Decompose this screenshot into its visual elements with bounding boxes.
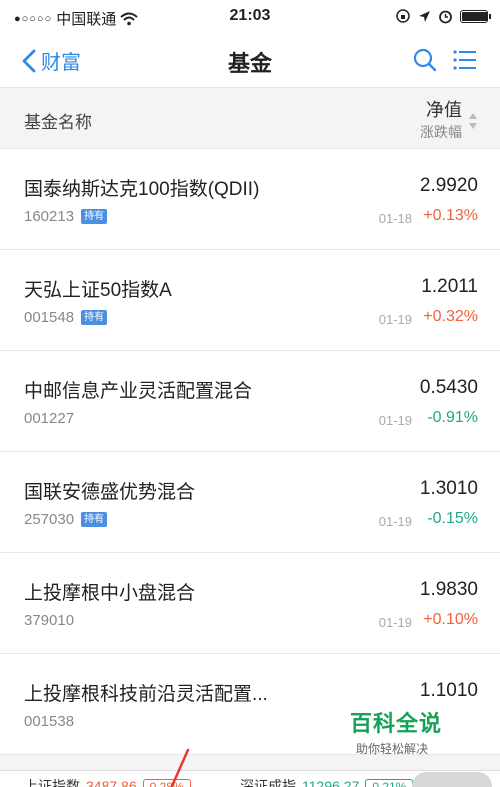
- fund-date: 01-19: [378, 615, 412, 630]
- pen-cursor-icon: [170, 748, 190, 787]
- fund-code: 379010: [24, 612, 75, 629]
- battery-icon: [460, 9, 491, 23]
- orientation-lock-icon: [396, 9, 410, 23]
- watermark-title: 百科全说: [350, 711, 443, 736]
- fund-change: +0.32%: [423, 308, 478, 325]
- fund-nav-value: 1.2011: [421, 276, 478, 297]
- fund-nav-value: 0.5430: [419, 377, 478, 398]
- sort-icon[interactable]: [468, 112, 478, 130]
- watermark-subtitle: 助你轻松解决: [356, 742, 429, 756]
- location-icon: [419, 10, 430, 22]
- fund-name: 中邮信息产业灵活配置混合: [24, 381, 253, 402]
- fund-row[interactable]: 中邮信息产业灵活配置混合 001227 0.5430 01-19 -0.91%: [0, 351, 500, 452]
- fund-change: +0.10%: [423, 611, 478, 628]
- fund-date: 01-19: [378, 312, 412, 327]
- fund-nav-value: 1.3010: [419, 478, 478, 499]
- fund-code: 001548 持有: [24, 309, 108, 326]
- index-change: 0.21%: [365, 779, 414, 787]
- table-header: 基金名称 净值 涨跌幅: [0, 88, 500, 149]
- navigation-bar: 财富 基金: [0, 34, 500, 88]
- fund-name: 国联安德盛优势混合: [24, 482, 196, 503]
- column-header-change[interactable]: 涨跌幅: [420, 122, 462, 142]
- fund-code: 257030 持有: [24, 511, 108, 528]
- index-item[interactable]: 上证指数 3487.86 0.28%: [24, 776, 191, 787]
- fund-row[interactable]: 国泰纳斯达克100指数(QDII) 160213 持有 2.9920 01-18 …: [0, 149, 500, 250]
- fund-nav-value: 1.9830: [419, 579, 478, 600]
- holding-badge: 持有: [81, 209, 108, 224]
- back-label: 财富: [41, 52, 81, 74]
- list-menu-icon[interactable]: [452, 47, 478, 73]
- fund-date: 01-19: [378, 514, 412, 529]
- fund-nav-value: 1.1010: [419, 680, 478, 701]
- fund-row[interactable]: 国联安德盛优势混合 257030 持有 1.3010 01-19 -0.15%: [0, 452, 500, 553]
- fund-row[interactable]: 上投摩根中小盘混合 379010 1.9830 01-19 +0.10%: [0, 553, 500, 654]
- fund-change: -0.91%: [427, 409, 478, 426]
- column-header-nav[interactable]: 净值: [426, 96, 462, 122]
- chevron-left-icon: [22, 49, 36, 72]
- fund-name: 上投摩根科技前沿灵活配置...: [24, 684, 268, 705]
- watermark-logo: 百科全说 助你轻松解决: [350, 706, 468, 762]
- back-button[interactable]: 财富: [20, 46, 81, 75]
- holding-badge: 持有: [81, 310, 108, 325]
- status-right: [395, 8, 491, 24]
- fund-name: 上投摩根中小盘混合: [24, 583, 196, 604]
- fund-list: 国泰纳斯达克100指数(QDII) 160213 持有 2.9920 01-18 …: [0, 149, 500, 755]
- fund-code: 001538: [24, 713, 75, 730]
- column-header-name: 基金名称: [24, 113, 92, 132]
- index-name: 上证指数: [24, 778, 80, 787]
- fund-change: -0.15%: [427, 510, 478, 527]
- alarm-icon: [439, 10, 452, 23]
- index-item[interactable]: 深证成指 11296.27 0.21%: [240, 776, 414, 787]
- fund-date: 01-19: [378, 413, 412, 428]
- holding-badge: 持有: [81, 512, 108, 527]
- index-name: 深证成指: [240, 778, 296, 787]
- floating-assistive-button[interactable]: [412, 772, 492, 787]
- fund-nav-value: 2.9920: [419, 175, 478, 196]
- search-icon[interactable]: [412, 47, 438, 73]
- index-value: 3487.86: [86, 778, 137, 787]
- fund-name: 国泰纳斯达克100指数(QDII): [24, 179, 260, 200]
- fund-code: 001227: [24, 410, 75, 427]
- fund-change: +0.13%: [423, 207, 478, 224]
- index-value: 11296.27: [302, 778, 360, 787]
- fund-row[interactable]: 天弘上证50指数A 001548 持有 1.2011 01-19 +0.32%: [0, 250, 500, 351]
- fund-name: 天弘上证50指数A: [24, 280, 172, 301]
- status-bar: ●○○○○ 中国联通 21:03: [0, 0, 500, 34]
- fund-date: 01-18: [378, 211, 412, 226]
- fund-code: 160213 持有: [24, 208, 108, 225]
